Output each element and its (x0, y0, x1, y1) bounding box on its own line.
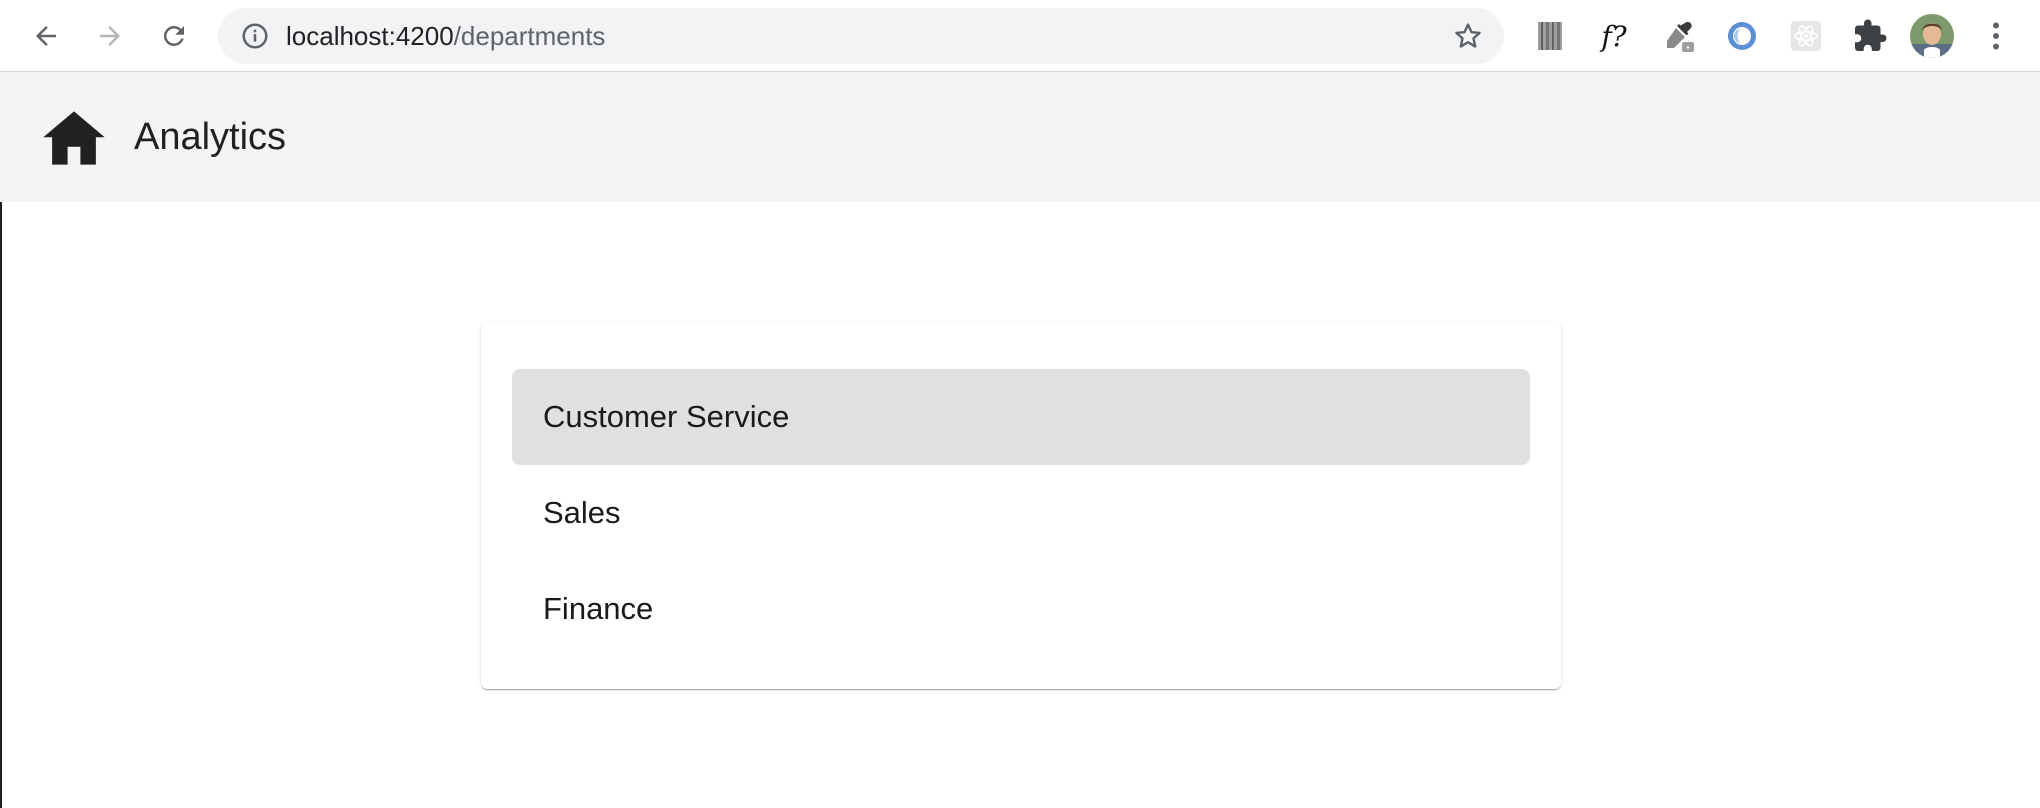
barcode-extension-icon (1538, 22, 1562, 50)
blue-ring-extension-button[interactable] (1718, 12, 1766, 60)
reload-icon (163, 25, 184, 46)
font-finder-button[interactable]: f? (1590, 12, 1638, 60)
bookmark-star-icon[interactable] (1452, 20, 1484, 52)
extensions-button[interactable] (1846, 12, 1894, 60)
barcode-extension-button[interactable] (1526, 12, 1574, 60)
back-button[interactable] (22, 12, 70, 60)
page-title: Analytics (134, 116, 287, 158)
arrow-left-icon (36, 26, 56, 46)
home-icon[interactable] (42, 110, 106, 166)
address-bar[interactable]: localhost:4200/departments (218, 8, 1504, 64)
eyedropper-button[interactable] (1654, 12, 1702, 60)
profile-avatar[interactable] (1910, 14, 1954, 58)
font-finder-icon: f? (1601, 19, 1627, 53)
blue-ring-extension-icon (1728, 22, 1756, 50)
arrow-right-icon (100, 26, 120, 46)
forward-button[interactable] (86, 12, 134, 60)
puzzle-icon (1855, 19, 1887, 51)
browser-menu-button[interactable] (1972, 12, 2020, 60)
browser-toolbar: localhost:4200/departments f? (0, 0, 2040, 72)
department-item[interactable]: Customer Service (512, 369, 1530, 465)
react-devtools-button[interactable] (1782, 12, 1830, 60)
department-item[interactable]: Finance (512, 561, 1530, 657)
url-host: localhost:4200 (286, 21, 454, 51)
more-vertical-icon (1993, 22, 1999, 50)
url-text[interactable]: localhost:4200/departments (286, 8, 605, 64)
site-info-icon[interactable] (240, 21, 270, 51)
reload-button[interactable] (150, 12, 198, 60)
user-photo-icon (1910, 14, 1954, 58)
url-path: /departments (453, 21, 606, 51)
departments-card: Customer Service Sales Finance (481, 322, 1561, 689)
app-header: Analytics (0, 72, 2040, 202)
departments-list: Customer Service Sales Finance (512, 369, 1530, 657)
department-item[interactable]: Sales (512, 465, 1530, 561)
eyedropper-icon (1667, 21, 1694, 52)
react-devtools-icon (1791, 21, 1821, 51)
